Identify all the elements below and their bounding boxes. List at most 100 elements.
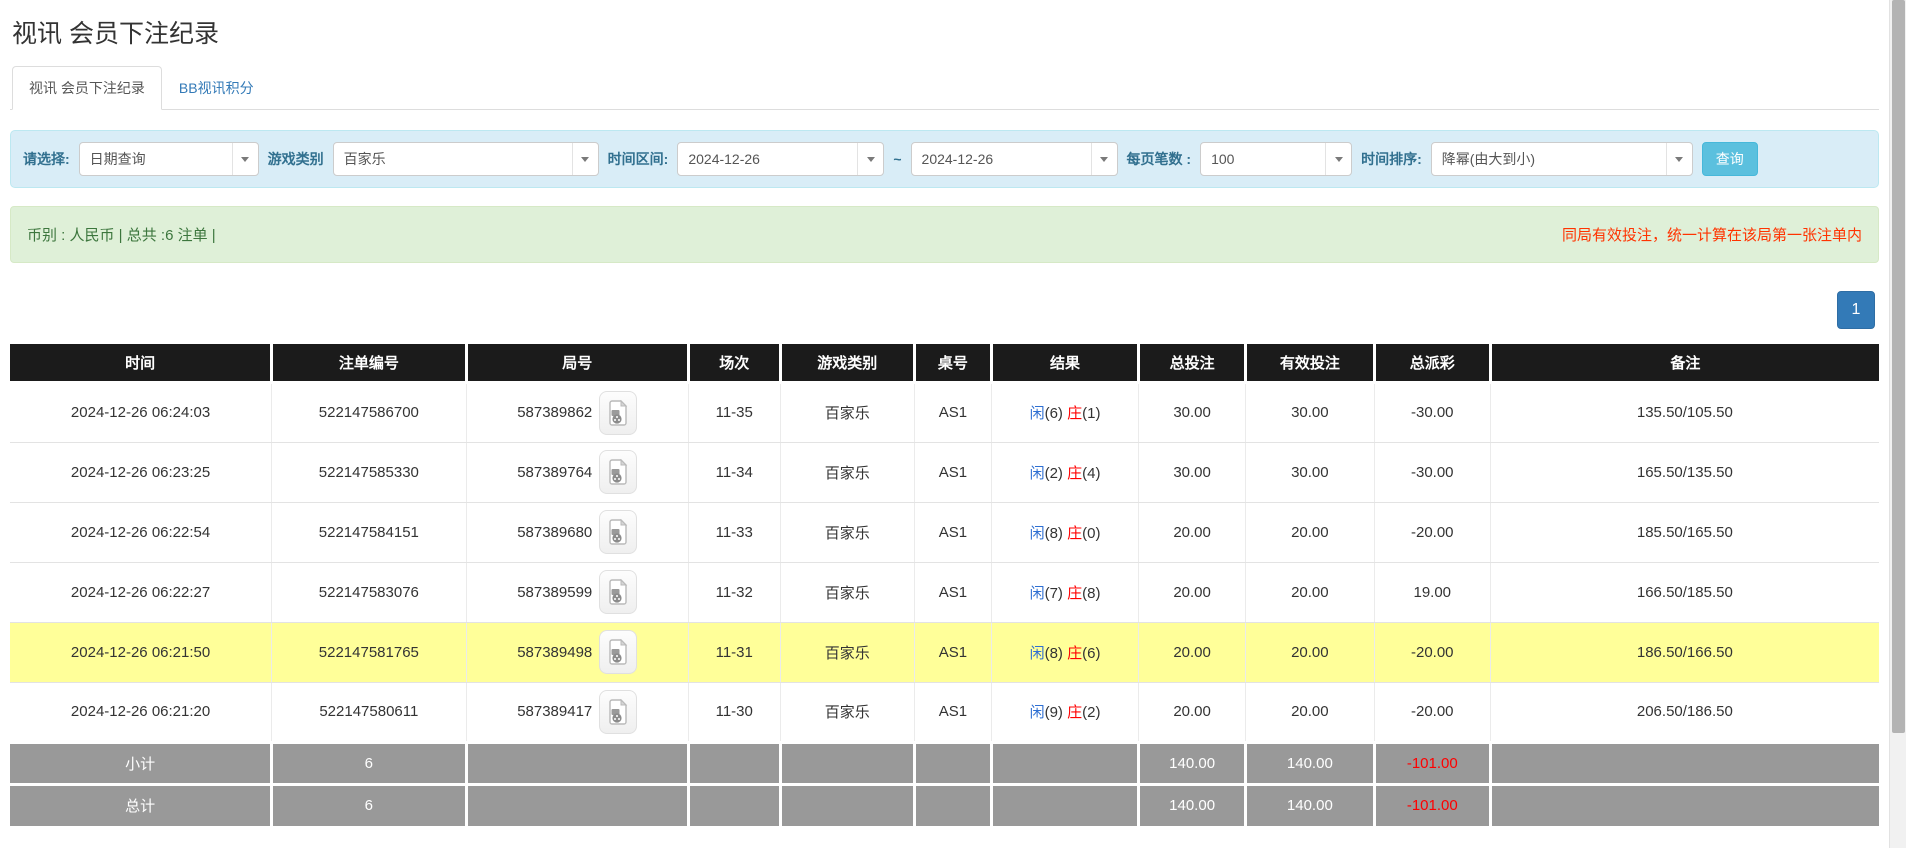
column-header: 注单编号 bbox=[272, 344, 466, 382]
query-type-value: 日期查询 bbox=[80, 143, 232, 175]
banker-result: 庄 bbox=[1067, 585, 1082, 602]
page-size-select[interactable]: 100 bbox=[1200, 142, 1352, 176]
cell-total-bet[interactable]: 20.00 bbox=[1139, 682, 1246, 742]
page-size-value: 100 bbox=[1201, 143, 1325, 175]
table-row: 2024-12-26 06:24:03522147586700 587389862… bbox=[10, 382, 1879, 442]
video-record-icon bbox=[608, 699, 628, 725]
sort-order-select[interactable]: 降幂(由大到小) bbox=[1431, 142, 1693, 176]
round-number: 587389599 bbox=[517, 584, 592, 601]
cell-time: 2024-12-26 06:24:03 bbox=[10, 382, 272, 442]
filter-bar: 请选择: 日期查询 游戏类别 百家乐 时间区间: 2024-12-26 ~ 20… bbox=[10, 130, 1879, 188]
date-to-select[interactable]: 2024-12-26 bbox=[911, 142, 1118, 176]
video-record-button[interactable] bbox=[599, 570, 637, 614]
cell-valid-bet: 20.00 bbox=[1245, 682, 1374, 742]
video-record-icon bbox=[608, 519, 628, 545]
query-type-select[interactable]: 日期查询 bbox=[79, 142, 259, 176]
chevron-down-icon[interactable] bbox=[857, 143, 883, 175]
cell-session: 11-34 bbox=[688, 442, 780, 502]
cell-time: 2024-12-26 06:21:50 bbox=[10, 622, 272, 682]
sort-label: 时间排序: bbox=[1361, 149, 1422, 169]
cell-time: 2024-12-26 06:22:27 bbox=[10, 562, 272, 622]
cell-payout: -30.00 bbox=[1374, 382, 1490, 442]
cell-valid-bet: 20.00 bbox=[1245, 562, 1374, 622]
cell-round: 587389862 bbox=[466, 382, 688, 442]
cell-total-bet[interactable]: 20.00 bbox=[1139, 562, 1246, 622]
cell-total-bet[interactable]: 20.00 bbox=[1139, 502, 1246, 562]
banker-result: 庄 bbox=[1067, 645, 1082, 662]
cell-round: 587389417 bbox=[466, 682, 688, 742]
video-record-button[interactable] bbox=[599, 450, 637, 494]
cell-payout: -20.00 bbox=[1374, 682, 1490, 742]
game-type-value: 百家乐 bbox=[334, 143, 572, 175]
chevron-down-icon[interactable] bbox=[232, 143, 258, 175]
cell-total-bet[interactable]: 30.00 bbox=[1139, 442, 1246, 502]
cell-result: 闲(9) 庄(2) bbox=[991, 682, 1139, 742]
cell-table-code: AS1 bbox=[915, 382, 992, 442]
column-header: 总投注 bbox=[1139, 344, 1246, 382]
cell-total-bet[interactable]: 20.00 bbox=[1139, 622, 1246, 682]
column-header: 结果 bbox=[991, 344, 1139, 382]
tab-bb-video-points[interactable]: BB视讯积分 bbox=[162, 66, 271, 110]
cell-session: 11-31 bbox=[688, 622, 780, 682]
round-number: 587389862 bbox=[517, 404, 592, 421]
cell-payout: -20.00 bbox=[1374, 622, 1490, 682]
date-to-value: 2024-12-26 bbox=[912, 143, 1091, 175]
cell-round: 587389680 bbox=[466, 502, 688, 562]
date-from-select[interactable]: 2024-12-26 bbox=[677, 142, 884, 176]
select-label: 请选择: bbox=[23, 149, 70, 169]
cell-remark: 135.50/105.50 bbox=[1490, 382, 1879, 442]
date-from-value: 2024-12-26 bbox=[678, 143, 857, 175]
betting-records-table: 时间注单编号局号场次游戏类别桌号结果总投注有效投注总派彩备注 2024-12-2… bbox=[10, 344, 1879, 826]
page-1-button[interactable]: 1 bbox=[1837, 291, 1875, 329]
totals-total-bet: 140.00 bbox=[1139, 784, 1246, 826]
player-result: 闲 bbox=[1030, 704, 1045, 721]
cell-bet-id: 522147580611 bbox=[272, 682, 466, 742]
chevron-down-icon[interactable] bbox=[1325, 143, 1351, 175]
game-type-select[interactable]: 百家乐 bbox=[333, 142, 599, 176]
table-row: 2024-12-26 06:21:50522147581765587389498… bbox=[10, 622, 1879, 682]
video-record-button[interactable] bbox=[599, 630, 637, 674]
cell-session: 11-35 bbox=[688, 382, 780, 442]
video-record-icon bbox=[608, 459, 628, 485]
cell-session: 11-32 bbox=[688, 562, 780, 622]
video-record-button[interactable] bbox=[599, 690, 637, 734]
totals-payout: -101.00 bbox=[1374, 784, 1490, 826]
totals-label: 总计 bbox=[10, 784, 272, 826]
video-record-button[interactable] bbox=[599, 510, 637, 554]
cell-valid-bet: 20.00 bbox=[1245, 622, 1374, 682]
round-number: 587389764 bbox=[517, 464, 592, 481]
tab-bar: 视讯 会员下注纪录 BB视讯积分 bbox=[10, 66, 1879, 110]
tab-betting-records[interactable]: 视讯 会员下注纪录 bbox=[12, 66, 162, 110]
vertical-scrollbar[interactable] bbox=[1889, 0, 1906, 848]
cell-bet-id: 522147581765 bbox=[272, 622, 466, 682]
cell-valid-bet: 30.00 bbox=[1245, 382, 1374, 442]
main-content: 视讯 会员下注纪录 视讯 会员下注纪录 BB视讯积分 请选择: 日期查询 游戏类… bbox=[0, 14, 1889, 848]
video-record-icon bbox=[608, 400, 628, 426]
banker-result: 庄 bbox=[1067, 525, 1082, 542]
column-header: 场次 bbox=[688, 344, 780, 382]
video-record-button[interactable] bbox=[599, 391, 637, 435]
video-record-icon bbox=[608, 639, 628, 665]
table-row: 2024-12-26 06:23:25522147585330587389764… bbox=[10, 442, 1879, 502]
cell-remark: 166.50/185.50 bbox=[1490, 562, 1879, 622]
totals-valid-bet: 140.00 bbox=[1245, 742, 1374, 784]
chevron-down-icon[interactable] bbox=[572, 143, 598, 175]
search-button[interactable]: 查询 bbox=[1702, 142, 1758, 176]
table-row: 2024-12-26 06:22:54522147584151587389680… bbox=[10, 502, 1879, 562]
cell-bet-id: 522147586700 bbox=[272, 382, 466, 442]
column-header: 桌号 bbox=[915, 344, 992, 382]
cell-remark: 165.50/135.50 bbox=[1490, 442, 1879, 502]
cell-result: 闲(8) 庄(6) bbox=[991, 622, 1139, 682]
chevron-down-icon[interactable] bbox=[1091, 143, 1117, 175]
totals-payout: -101.00 bbox=[1374, 742, 1490, 784]
round-number: 587389680 bbox=[517, 524, 592, 541]
scrollbar-thumb[interactable] bbox=[1892, 0, 1905, 733]
player-result: 闲 bbox=[1030, 525, 1045, 542]
chevron-down-icon[interactable] bbox=[1666, 143, 1692, 175]
cell-session: 11-33 bbox=[688, 502, 780, 562]
column-header: 备注 bbox=[1490, 344, 1879, 382]
cell-round: 587389599 bbox=[466, 562, 688, 622]
page-size-label: 每页笔数 : bbox=[1127, 149, 1192, 169]
cell-total-bet[interactable]: 30.00 bbox=[1139, 382, 1246, 442]
player-result: 闲 bbox=[1030, 405, 1045, 422]
